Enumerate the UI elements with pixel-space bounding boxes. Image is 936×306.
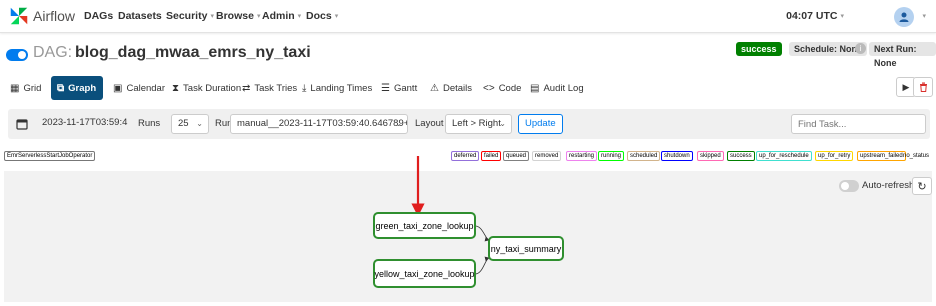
edge-green-to-summary	[474, 225, 490, 242]
task-node-ny-taxi-summary[interactable]: ny_taxi_summary	[488, 236, 564, 261]
task-node-green-taxi-zone-lookup[interactable]: green_taxi_zone_lookup	[373, 212, 476, 239]
edge-yellow-to-summary	[474, 256, 490, 275]
task-node-yellow-taxi-zone-lookup[interactable]: yellow_taxi_zone_lookup	[373, 259, 476, 288]
